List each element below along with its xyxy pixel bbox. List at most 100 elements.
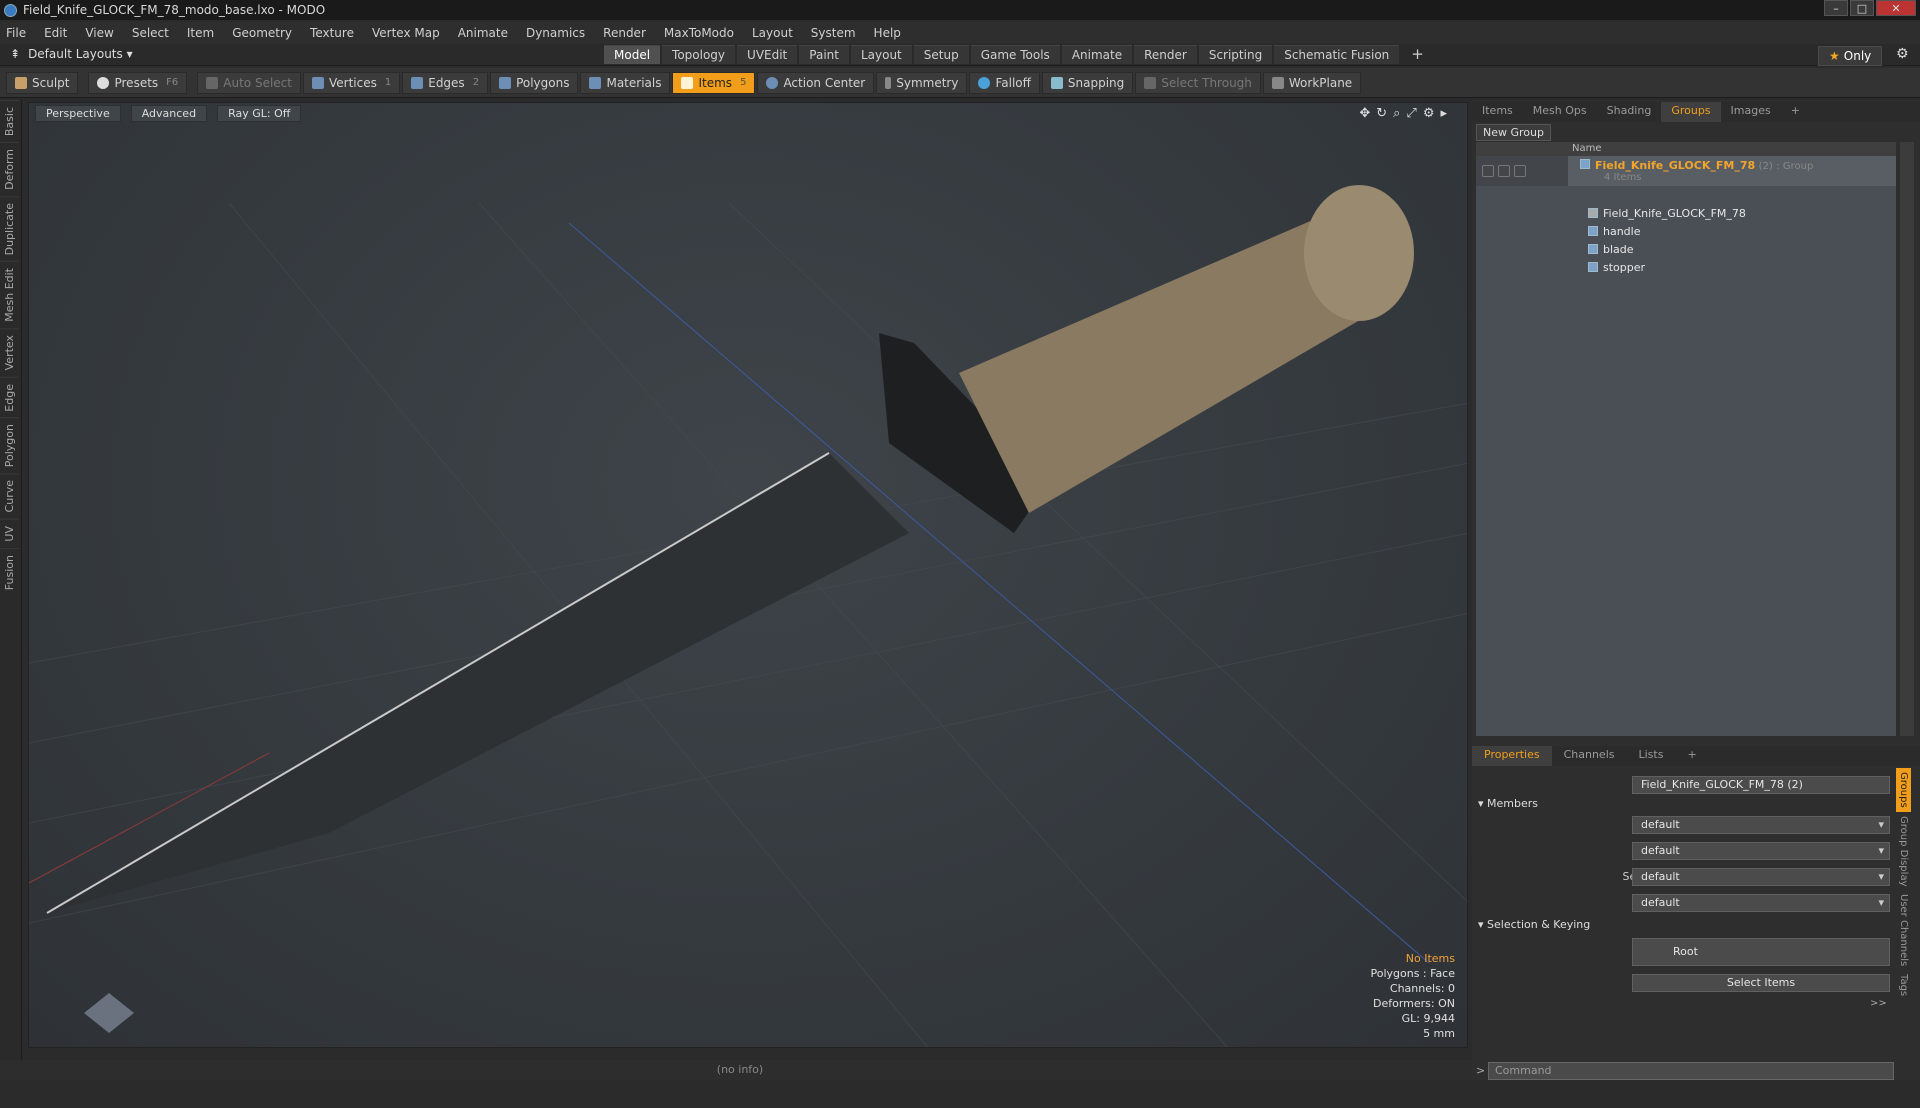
materials-button[interactable]: Materials (580, 71, 671, 94)
tab-topology[interactable]: Topology (662, 45, 736, 64)
shading-advanced-button[interactable]: Advanced (130, 105, 208, 122)
select-through-button[interactable]: Select Through (1135, 71, 1261, 94)
layout-dropdown[interactable]: ⇞ Default Layouts ▾ (10, 47, 133, 61)
tab-model[interactable]: Model (604, 45, 661, 64)
tree-row-handle[interactable]: handle (1476, 222, 1896, 240)
maximize-button[interactable]: □ (1850, 0, 1874, 16)
snapping-button[interactable]: Snapping (1041, 71, 1134, 94)
menu-edit[interactable]: Edit (44, 26, 67, 40)
tab-items[interactable]: Items (1472, 102, 1523, 122)
tab-groups[interactable]: Groups (1661, 102, 1721, 122)
side-tab-user-channels[interactable]: User Channels (1896, 890, 1911, 970)
items-button[interactable]: Items 5 (672, 71, 756, 94)
pan-icon[interactable]: ✥ (1359, 106, 1370, 121)
tab-lists[interactable]: Lists (1627, 746, 1676, 766)
falloff-button[interactable]: Falloff (969, 71, 1040, 94)
eye-icon[interactable] (1482, 165, 1494, 177)
view-perspective-button[interactable]: Perspective (35, 105, 121, 122)
side-tab-groups[interactable]: Groups (1896, 768, 1911, 812)
raygl-button[interactable]: Ray GL: Off (217, 105, 302, 122)
menu-vertex-map[interactable]: Vertex Map (372, 26, 440, 40)
selectable-select[interactable]: default (1632, 868, 1890, 886)
edges-button[interactable]: Edges 2 (402, 71, 489, 94)
left-tab-curve[interactable]: Curve (0, 473, 19, 519)
left-tab-mesh-edit[interactable]: Mesh Edit (0, 261, 19, 329)
tab-paint[interactable]: Paint (799, 45, 849, 64)
tree-scrollbar[interactable] (1900, 142, 1914, 736)
tab-layout[interactable]: Layout (850, 45, 912, 64)
members-section[interactable]: ▾ Members (1478, 797, 1538, 810)
render-toggle-icon[interactable] (1498, 165, 1510, 177)
visibility-toggles[interactable] (1476, 156, 1568, 186)
rotate-icon[interactable]: ↻ (1376, 106, 1387, 121)
menu-geometry[interactable]: Geometry (232, 26, 292, 40)
tab-game-tools[interactable]: Game Tools (970, 45, 1060, 64)
action-center-button[interactable]: Action Center (757, 71, 875, 94)
left-tab-deform[interactable]: Deform (0, 142, 19, 197)
menu-item[interactable]: Item (187, 26, 214, 40)
tab-shading[interactable]: Shading (1597, 102, 1662, 122)
side-tab-group-display[interactable]: Group Display (1896, 812, 1911, 890)
tab-mesh-ops[interactable]: Mesh Ops (1523, 102, 1597, 122)
tab-schematic-fusion[interactable]: Schematic Fusion (1274, 45, 1400, 64)
left-tab-fusion[interactable]: Fusion (0, 547, 19, 596)
render-select[interactable]: default (1632, 842, 1890, 860)
selection-keying-section[interactable]: ▾ Selection & Keying (1478, 918, 1590, 931)
add-panel-tab-icon[interactable]: + (1781, 102, 1810, 122)
close-button[interactable]: ✕ (1876, 0, 1916, 16)
presets-button[interactable]: Presets F6 (88, 71, 188, 94)
locked-select[interactable]: default (1632, 894, 1890, 912)
tab-images[interactable]: Images (1721, 102, 1781, 122)
gear-icon[interactable]: ⚙ (1896, 46, 1909, 62)
tree-row-stopper[interactable]: stopper (1476, 258, 1896, 276)
only-button[interactable]: ★ Only (1818, 46, 1883, 66)
tab-animate[interactable]: Animate (1061, 45, 1133, 64)
menu-view[interactable]: View (85, 26, 113, 40)
tab-uvedit[interactable]: UVEdit (737, 45, 798, 64)
left-tab-polygon[interactable]: Polygon (0, 417, 19, 474)
add-props-tab-icon[interactable]: + (1675, 746, 1708, 766)
menu-system[interactable]: System (811, 26, 856, 40)
polygons-button[interactable]: Polygons (490, 71, 579, 94)
symmetry-button[interactable]: Symmetry (876, 71, 968, 94)
tab-render[interactable]: Render (1134, 45, 1197, 64)
auto-select-button[interactable]: Auto Select (197, 71, 301, 94)
tab-channels[interactable]: Channels (1552, 746, 1627, 766)
root-button[interactable]: Root (1632, 938, 1890, 966)
tab-setup[interactable]: Setup (913, 45, 969, 64)
3d-viewport[interactable]: Perspective Advanced Ray GL: Off ✥ ↻ ⌕ ⤢… (28, 102, 1468, 1048)
tree-row-mesh[interactable]: Field_Knife_GLOCK_FM_78 (1476, 204, 1896, 222)
workplane-button[interactable]: WorkPlane (1262, 71, 1362, 94)
menu-render[interactable]: Render (603, 26, 646, 40)
select-items-button[interactable]: Select Items (1632, 974, 1890, 992)
tree-row-blade[interactable]: blade (1476, 240, 1896, 258)
zoom-icon[interactable]: ⌕ (1393, 106, 1400, 121)
menu-maxtomodo[interactable]: MaxToModo (664, 26, 734, 40)
menu-texture[interactable]: Texture (310, 26, 354, 40)
viewport-gear-icon[interactable]: ⚙ (1423, 106, 1435, 121)
visible-select[interactable]: default (1632, 816, 1890, 834)
left-tab-vertex[interactable]: Vertex (0, 328, 19, 377)
more-button[interactable]: >> (1870, 998, 1887, 1009)
sculpt-button[interactable]: Sculpt (6, 71, 79, 94)
minimize-button[interactable]: – (1824, 0, 1848, 16)
left-tab-edge[interactable]: Edge (0, 376, 19, 418)
left-tab-basic[interactable]: Basic (0, 100, 19, 143)
command-input[interactable]: Command (1488, 1062, 1894, 1080)
menu-file[interactable]: File (6, 26, 26, 40)
tree-row-group[interactable]: Field_Knife_GLOCK_FM_78 (2) : Group 4 It… (1476, 156, 1896, 186)
vertices-button[interactable]: Vertices 1 (302, 71, 401, 94)
side-tab-tags[interactable]: Tags (1896, 970, 1911, 1000)
name-field[interactable]: Field_Knife_GLOCK_FM_78 (2) (1632, 776, 1890, 794)
menu-select[interactable]: Select (132, 26, 169, 40)
expand-arrow-icon[interactable]: ▸ (1440, 106, 1447, 121)
maximize-view-icon[interactable]: ⤢ (1406, 106, 1416, 121)
left-tab-duplicate[interactable]: Duplicate (0, 196, 19, 262)
left-tab-uv[interactable]: UV (0, 518, 19, 548)
tab-properties[interactable]: Properties (1472, 746, 1552, 766)
menu-layout[interactable]: Layout (752, 26, 793, 40)
lock-toggle-icon[interactable] (1514, 165, 1526, 177)
menu-animate[interactable]: Animate (458, 26, 508, 40)
tab-scripting[interactable]: Scripting (1198, 45, 1273, 64)
new-group-button[interactable]: New Group (1476, 124, 1551, 141)
